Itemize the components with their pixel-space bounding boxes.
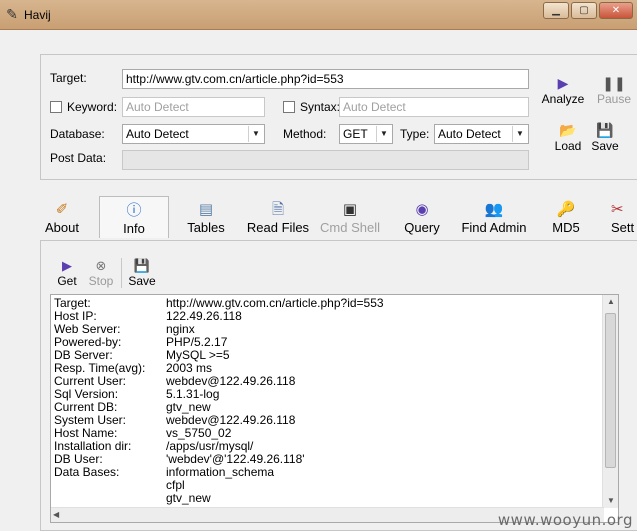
keyword-label: Keyword: [67, 100, 118, 114]
database-select[interactable]: Auto Detect ▼ [122, 124, 265, 144]
window-controls: ▁ ▢ ✕ [543, 2, 633, 19]
maximize-button[interactable]: ▢ [571, 2, 597, 19]
method-label: Method: [283, 127, 327, 141]
watermark: www.wooyun.org [497, 511, 633, 529]
pause-icon: ❚❚ [602, 75, 626, 91]
havij-app-icon: ✎ [6, 6, 18, 22]
tab-query-label: Query [404, 220, 440, 235]
analyze-label: Analyze [541, 92, 585, 106]
tab-info-label: Info [123, 221, 145, 236]
info-key: Data Bases: [54, 465, 120, 479]
analyze-button[interactable]: ▶ Analyze [538, 74, 588, 106]
toolbar-separator [121, 258, 122, 288]
floppy-disk-icon: 💾 [596, 122, 614, 138]
postdata-label: Post Data: [50, 151, 107, 165]
postdata-input[interactable] [122, 150, 529, 170]
tools-icon: ✂ [611, 201, 624, 218]
terminal-icon: ▣ [342, 201, 358, 218]
tab-md5-label: MD5 [552, 220, 580, 235]
save-target-button[interactable]: 💾 Save [580, 121, 630, 153]
scroll-thumb[interactable] [605, 313, 616, 468]
tab-settings[interactable]: ✂ Sett [611, 196, 637, 238]
chevron-down-icon[interactable]: ▼ [376, 126, 391, 142]
floppy-disk-icon: 💾 [133, 258, 151, 273]
minimize-button[interactable]: ▁ [543, 2, 569, 19]
tab-settings-label: Sett [611, 220, 635, 235]
stop-label: Stop [88, 274, 114, 288]
play-icon: ▶ [62, 258, 72, 273]
syntax-label: Syntax: [300, 100, 341, 114]
stop-button[interactable]: ⊗ Stop [86, 258, 116, 288]
tab-tables-label: Tables [187, 220, 225, 235]
syntax-input[interactable]: Auto Detect [339, 97, 529, 117]
tab-about[interactable]: ✐ About [38, 196, 86, 238]
chevron-down-icon[interactable]: ▼ [248, 126, 263, 142]
table-icon: ▤ [198, 201, 214, 218]
database-select-value: Auto Detect [126, 127, 189, 141]
type-select-value: Auto Detect [438, 127, 501, 141]
vertical-scrollbar[interactable]: ▲ ▼ [602, 295, 618, 508]
tab-info[interactable]: ⓘ Info [99, 196, 169, 238]
target-url-input[interactable]: http://www.gtv.com.cn/article.php?id=553 [122, 69, 529, 89]
scroll-left-icon[interactable]: ◀ [53, 508, 59, 522]
method-select-value: GET [343, 127, 368, 141]
tab-read-files-label: Read Files [246, 220, 310, 235]
pause-label: Pause [596, 92, 632, 106]
save-info-button[interactable]: 💾 Save [127, 258, 157, 288]
window-title: Havij [24, 8, 51, 22]
database-label: Database: [50, 127, 105, 141]
info-value: gtv_new [166, 491, 211, 505]
keyword-checkbox[interactable] [50, 101, 62, 113]
get-label: Get [57, 274, 77, 288]
tab-about-label: About [45, 220, 79, 235]
stop-icon: ⊗ [95, 258, 107, 273]
keyword-input[interactable]: Auto Detect [122, 97, 265, 117]
key-icon: 🔑 [556, 201, 576, 218]
type-select[interactable]: Auto Detect ▼ [434, 124, 529, 144]
tab-query[interactable]: ◉ Query [400, 196, 444, 238]
tab-tables[interactable]: ▤ Tables [182, 196, 230, 238]
tab-cmd-shell-label: Cmd Shell [320, 220, 380, 235]
save-info-label: Save [128, 274, 156, 288]
query-icon: ◉ [415, 201, 429, 218]
method-select[interactable]: GET ▼ [339, 124, 393, 144]
get-button[interactable]: ▶ Get [55, 258, 79, 288]
tab-read-files[interactable]: 🗎 Read Files [244, 196, 312, 238]
tab-find-admin[interactable]: 👥 Find Admin [458, 196, 530, 238]
syntax-checkbox[interactable] [283, 101, 295, 113]
tab-find-admin-label: Find Admin [461, 220, 527, 235]
type-label: Type: [400, 127, 430, 141]
pause-button[interactable]: ❚❚ Pause [589, 74, 637, 106]
scroll-down-icon[interactable]: ▼ [603, 494, 618, 508]
info-textbox[interactable]: Target: http://www.gtv.com.cn/article.php… [50, 294, 619, 523]
tab-md5[interactable]: 🔑 MD5 [546, 196, 586, 238]
file-icon: 🗎 [271, 201, 285, 218]
scroll-up-icon[interactable]: ▲ [603, 295, 618, 309]
target-label: Target: [50, 71, 87, 85]
info-icon: ⓘ [126, 202, 142, 219]
users-icon: 👥 [484, 201, 504, 218]
close-button[interactable]: ✕ [599, 2, 633, 19]
main-tabs: ✐ About ⓘ Info ▤ Tables 🗎 Read Files ▣ C… [0, 196, 637, 240]
save-target-label: Save [591, 139, 619, 153]
load-label: Load [554, 139, 582, 153]
play-icon: ▶ [557, 75, 569, 91]
chevron-down-icon[interactable]: ▼ [512, 126, 527, 142]
carrot-icon: ✐ [55, 201, 69, 218]
title-bar: ✎ Havij ▁ ▢ ✕ [0, 0, 637, 30]
tab-cmd-shell[interactable]: ▣ Cmd Shell [318, 196, 382, 238]
